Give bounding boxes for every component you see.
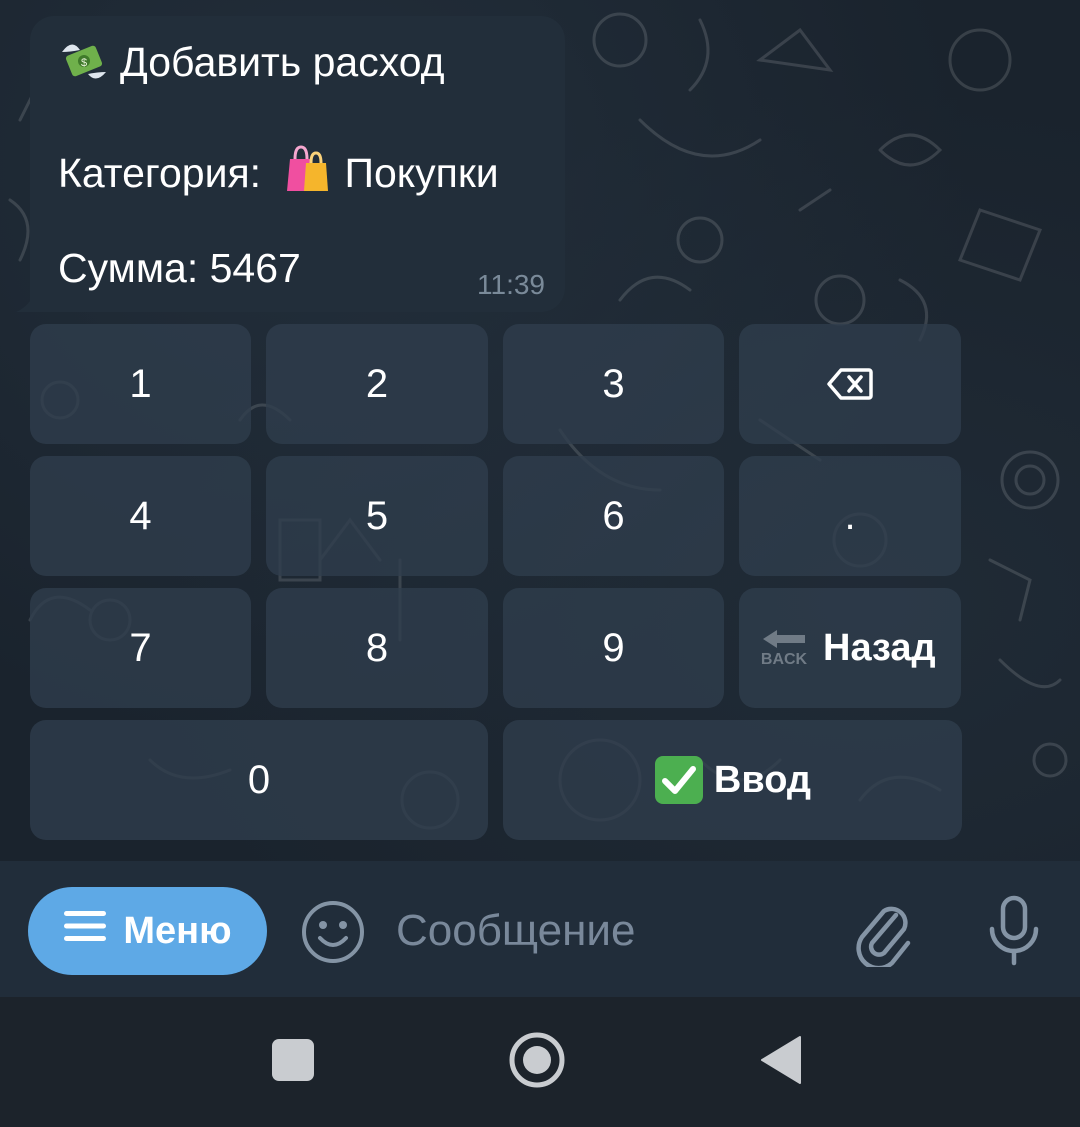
sum-value: 5467 [209,245,301,291]
svg-text:$: $ [81,57,87,69]
key-label: 1 [129,361,152,406]
backspace-icon [827,367,873,401]
message-sum-line: Сумма: 5467 [58,244,301,292]
key-label: 6 [602,493,625,538]
key-label: 0 [247,757,271,802]
key-label: Назад [823,626,936,669]
key-8[interactable]: 8 [266,588,488,708]
circle-home-icon[interactable] [508,1031,566,1089]
back-arrow-icon: BACK [759,628,809,668]
key-backspace[interactable] [739,324,961,444]
message-time: 11:39 [477,269,545,300]
key-4[interactable]: 4 [30,456,251,576]
smiley-icon[interactable] [300,899,366,965]
bot-message-bubble: $ Добавить расход Категория: Покупки Сум… [30,16,565,312]
key-6[interactable]: 6 [503,456,724,576]
key-back[interactable]: BACK Назад [739,588,961,708]
message-input[interactable] [396,901,816,961]
key-2[interactable]: 2 [266,324,488,444]
key-7[interactable]: 7 [30,588,251,708]
key-label: 3 [602,361,625,406]
key-9[interactable]: 9 [503,588,724,708]
key-0[interactable]: 0 [30,720,488,840]
key-label: . [844,493,856,538]
chat-background: $ Добавить расход Категория: Покупки Сум… [0,0,1080,861]
category-label: Категория: [58,150,262,196]
system-navigation-bar [0,997,1080,1127]
key-label: 9 [602,625,625,670]
message-category-line: Категория: Покупки [58,141,499,197]
key-dot[interactable]: . [739,456,961,576]
key-label: Ввод [713,758,812,801]
shopping-bags-icon [287,145,329,191]
key-label: 8 [365,625,389,670]
menu-button-label: Меню [123,909,232,952]
key-label: 2 [365,361,389,406]
check-mark-button-icon [654,755,704,805]
key-label: 4 [129,493,152,538]
menu-button[interactable]: Меню [28,887,267,975]
key-label: 5 [365,493,389,538]
key-enter[interactable]: Ввод [503,720,962,840]
key-label: 7 [129,625,152,670]
key-5[interactable]: 5 [266,456,488,576]
microphone-icon[interactable] [984,895,1044,967]
money-with-wings-icon: $ [62,44,106,79]
hamburger-icon [63,909,107,953]
sum-label: Сумма: [58,245,199,291]
triangle-back-icon[interactable] [760,1035,802,1085]
message-input-bar: Меню [0,861,1080,997]
paperclip-icon[interactable] [852,897,914,967]
back-arrow-icon-text: BACK [760,651,808,668]
key-1[interactable]: 1 [30,324,251,444]
square-recents-icon[interactable] [272,1039,314,1081]
category-value: Покупки [344,150,499,196]
message-title-line: $ Добавить расход [58,38,445,86]
message-title: Добавить расход [120,39,445,85]
key-3[interactable]: 3 [503,324,724,444]
